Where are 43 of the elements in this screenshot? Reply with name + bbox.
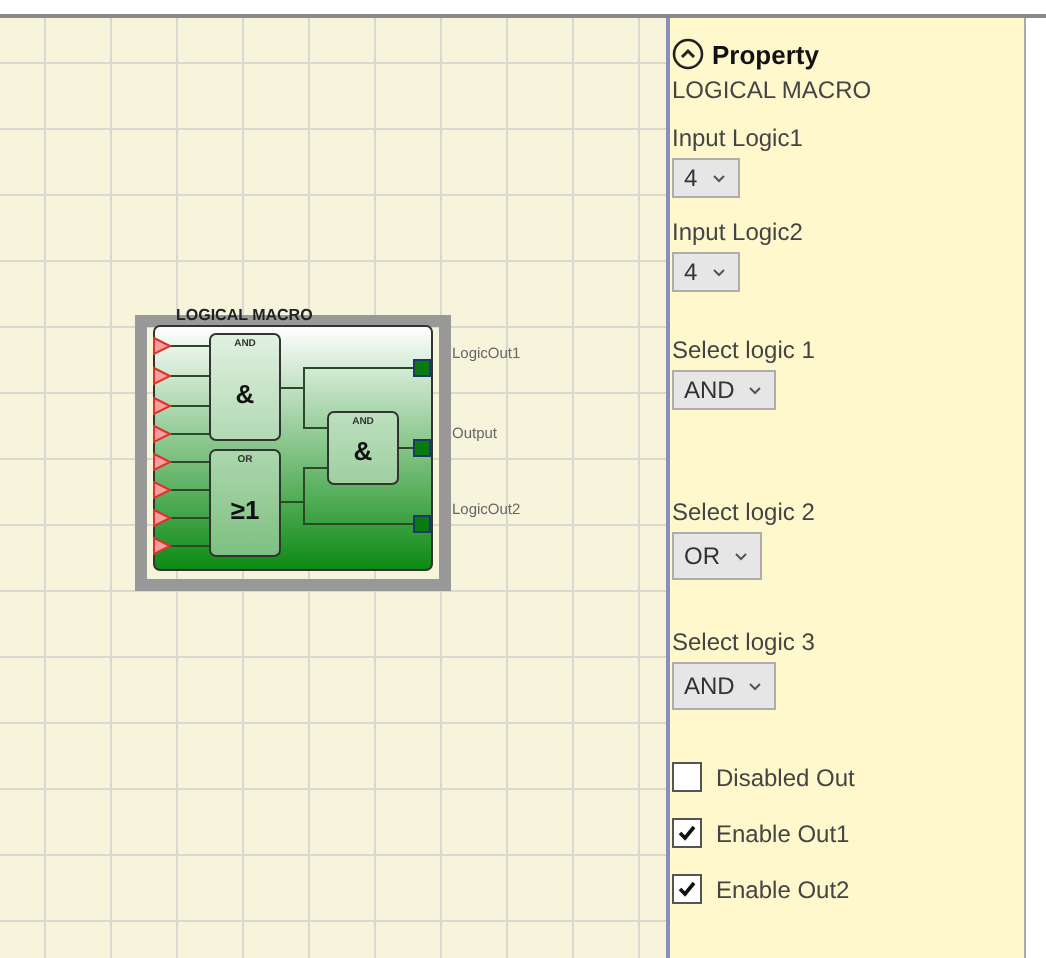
dropdown[interactable]: 4 [672, 252, 740, 292]
field-label: Select logic 3 [672, 628, 817, 656]
checkbox[interactable] [672, 762, 702, 792]
input-pin-icon [153, 452, 173, 472]
gate-symbol: ≥1 [230, 495, 260, 525]
chevron-icon [748, 681, 763, 691]
dropdown[interactable]: OR [672, 532, 762, 580]
field-label: Input Logic1 [672, 124, 805, 152]
input-pin-icon [153, 396, 173, 416]
input-pin-icon [153, 508, 173, 528]
collapse-icon[interactable] [672, 38, 704, 70]
chevron-icon [711, 173, 726, 183]
gate-symbol: & [353, 436, 373, 466]
chevron-icon [734, 551, 748, 561]
checkbox[interactable] [672, 874, 702, 904]
dropdown[interactable]: 4 [672, 158, 740, 198]
checkbox-label: Disabled Out [716, 763, 855, 791]
field-label: Select logic 2 [672, 498, 817, 526]
checkbox-label: Enable Out1 [716, 819, 850, 847]
gate-box [209, 333, 281, 441]
checkmark-icon [676, 878, 698, 900]
gate-symbol: & [235, 379, 255, 409]
dropdown[interactable]: AND [672, 370, 777, 410]
checkbox[interactable] [672, 818, 702, 848]
input-pin-icon [153, 366, 173, 386]
field-label: Input Logic2 [672, 218, 805, 246]
component-name: LOGICAL MACRO [672, 76, 874, 104]
panel-title: Property [712, 39, 819, 69]
checkmark-icon [676, 822, 698, 844]
gate-box [327, 411, 399, 485]
input-pin-icon [153, 336, 173, 356]
output-pin-icon [413, 515, 431, 533]
dropdown[interactable]: AND [672, 662, 777, 710]
output-pin-icon [413, 439, 431, 457]
field-label: Select logic 1 [672, 336, 817, 364]
input-pin-icon [153, 480, 173, 500]
chevron-icon [711, 267, 726, 277]
chevron-icon [748, 385, 763, 395]
input-pin-icon [153, 536, 173, 556]
output-pin-icon [413, 359, 431, 377]
gate-box [209, 449, 281, 557]
checkbox-label: Enable Out2 [716, 875, 850, 903]
input-pin-icon [153, 424, 173, 444]
